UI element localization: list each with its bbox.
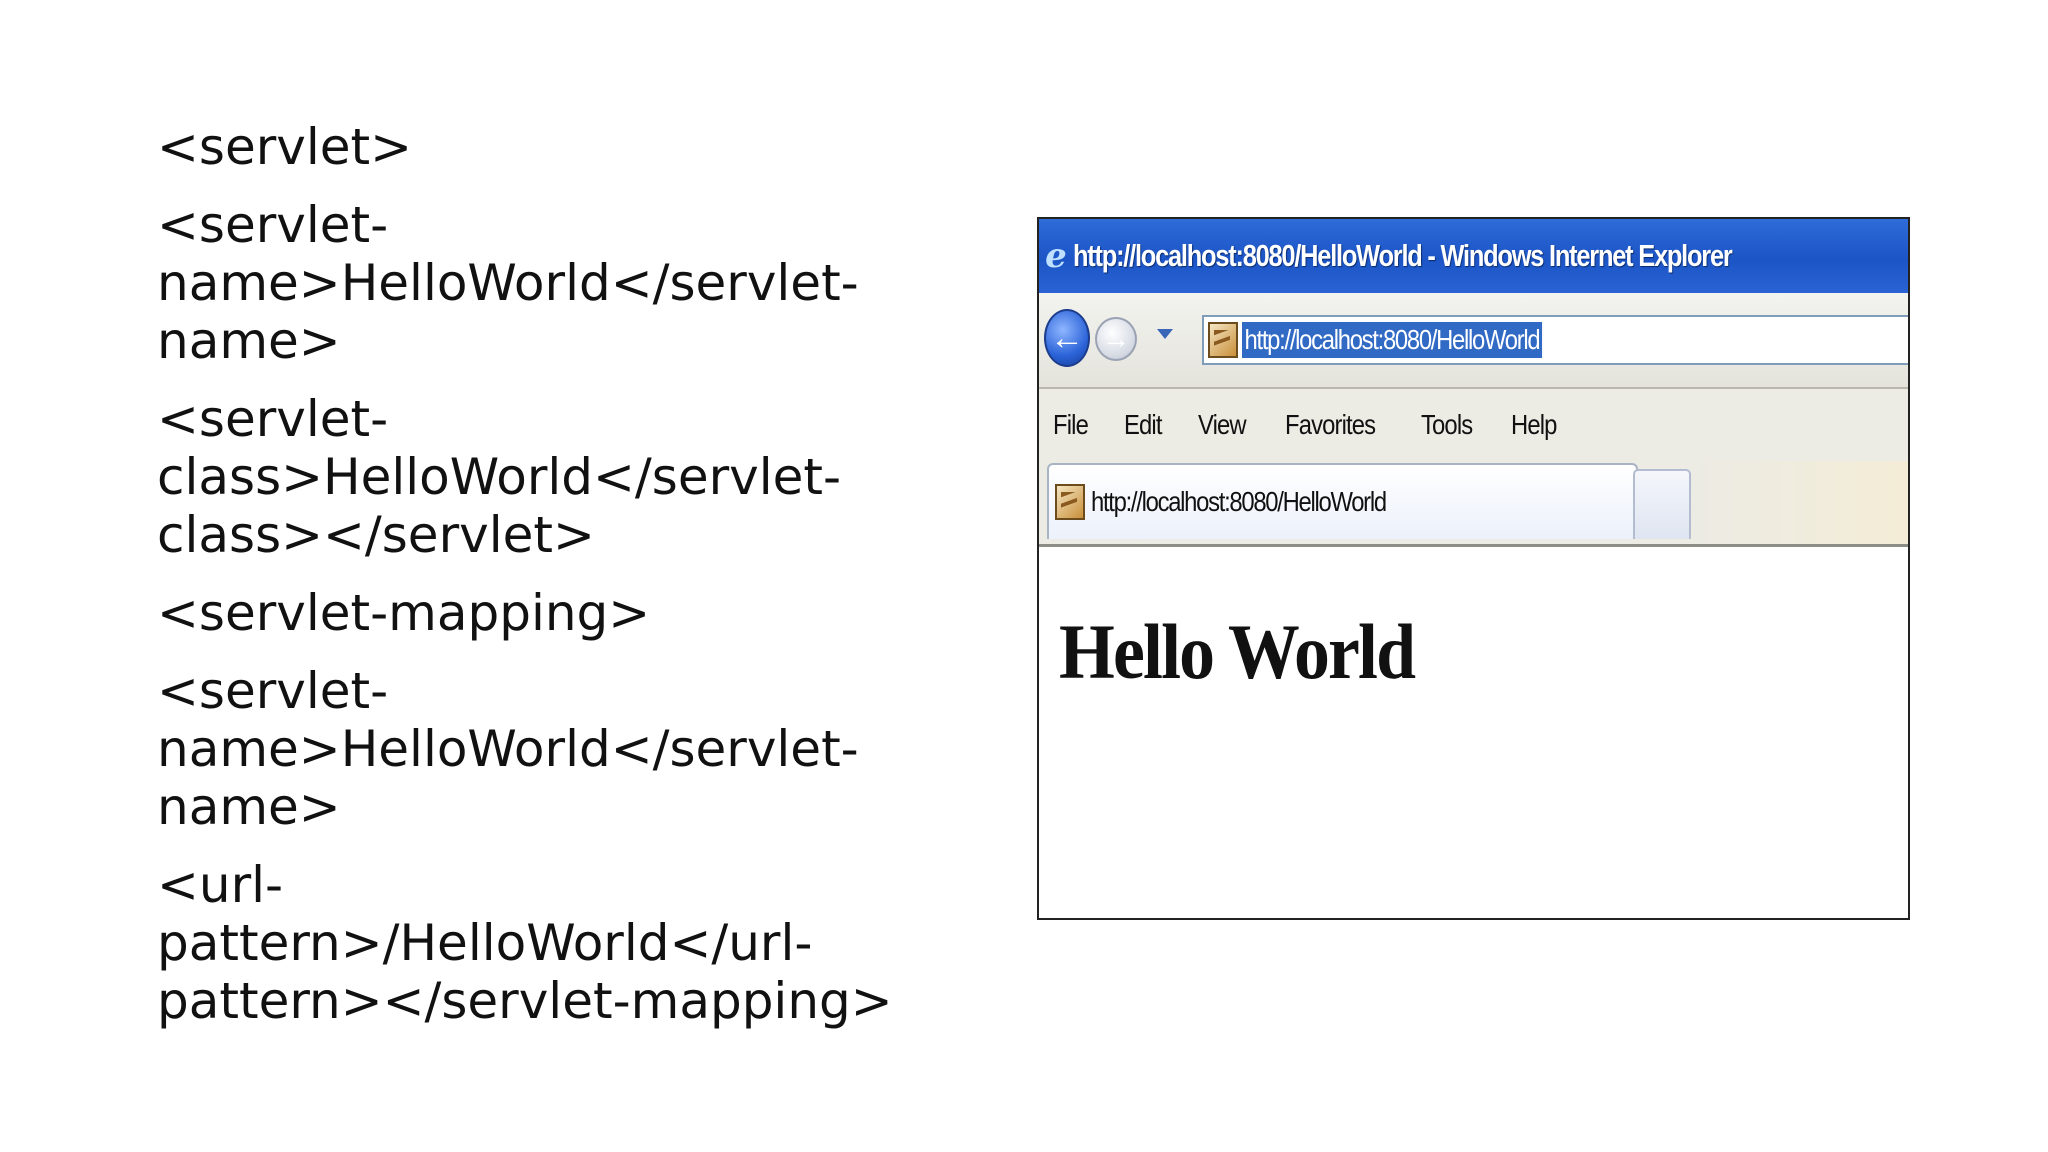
active-tab[interactable]: http://localhost:8080/HelloWorld <box>1047 463 1638 539</box>
address-url[interactable]: http://localhost:8080/HelloWorld <box>1242 322 1542 358</box>
address-bar[interactable]: http://localhost:8080/HelloWorld <box>1202 315 1908 365</box>
new-tab-button[interactable] <box>1633 469 1691 539</box>
tab-title: http://localhost:8080/HelloWorld <box>1091 486 1387 517</box>
tab-favicon-icon <box>1055 484 1085 520</box>
window-title: http://localhost:8080/HelloWorld - Windo… <box>1073 238 1733 273</box>
code-line: <servlet- class>HelloWorld</servlet- cla… <box>157 390 842 564</box>
navigation-bar: ← → http://localhost:8080/HelloWorld <box>1039 293 1908 389</box>
code-line: <servlet- name>HelloWorld</servlet- name… <box>157 662 859 836</box>
tab-bar: http://localhost:8080/HelloWorld <box>1039 461 1908 547</box>
menu-tools[interactable]: Tools <box>1421 409 1473 441</box>
page-heading: Hello World <box>1059 608 1416 695</box>
code-line: <servlet-mapping> <box>157 584 651 642</box>
ie-logo-icon: e <box>1045 236 1067 276</box>
browser-window: e http://localhost:8080/HelloWorld - Win… <box>1037 217 1910 920</box>
menu-help[interactable]: Help <box>1511 409 1557 441</box>
code-line: <servlet> <box>157 118 413 176</box>
title-bar: e http://localhost:8080/HelloWorld - Win… <box>1039 219 1908 293</box>
page-favicon-icon <box>1208 322 1238 358</box>
menu-bar: File Edit View Favorites Tools Help <box>1039 389 1908 461</box>
history-dropdown-icon[interactable] <box>1157 329 1173 339</box>
menu-edit[interactable]: Edit <box>1124 409 1162 441</box>
page-content: Hello World <box>1039 549 1908 918</box>
forward-arrow-icon[interactable]: → <box>1095 317 1137 361</box>
menu-favorites[interactable]: Favorites <box>1285 409 1376 441</box>
back-arrow-icon[interactable]: ← <box>1044 309 1090 367</box>
code-line: <servlet- name>HelloWorld</servlet- name… <box>157 196 859 370</box>
menu-view[interactable]: View <box>1198 409 1247 441</box>
code-line: <url-pattern>/HelloWorld</url- pattern><… <box>157 856 893 1030</box>
code-listing: <servlet> <servlet- name>HelloWorld</ser… <box>157 118 917 1050</box>
menu-file[interactable]: File <box>1053 409 1089 441</box>
